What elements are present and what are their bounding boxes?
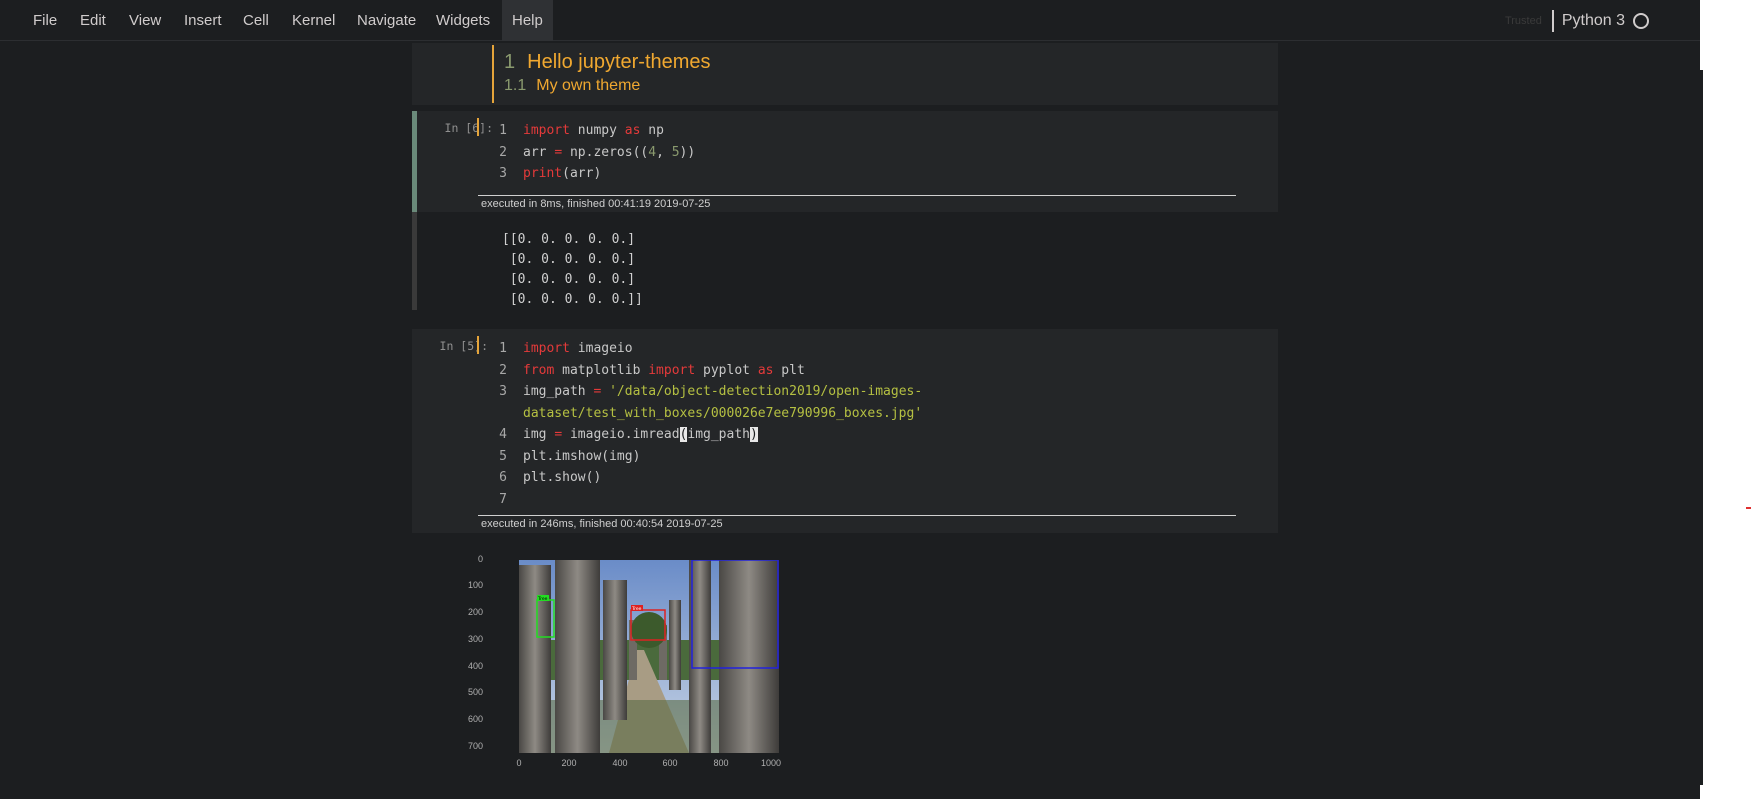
x-tick-label: 600 — [662, 758, 678, 768]
menubar: File Edit View Insert Cell Kernel Naviga… — [0, 0, 1700, 41]
kernel-status: Trusted Python 3 — [1505, 0, 1649, 41]
heading-2-number: 1.1 — [504, 77, 527, 94]
scrollbar[interactable] — [1698, 70, 1703, 785]
y-tick-label: 0 — [477, 554, 483, 564]
plot-image: Tree Tree — [519, 560, 779, 753]
kernel-idle-icon — [1633, 12, 1649, 29]
x-tick-label: 200 — [561, 758, 577, 768]
x-tick-label: 0 — [516, 758, 522, 768]
heading-2-text: My own theme — [536, 77, 641, 94]
output-line: [[0. 0. 0. 0. 0.] — [502, 232, 636, 247]
code-cell-2[interactable]: In [5]: 1 import imageio 2 from matplotlib… — [412, 329, 1278, 533]
heading-2: 1.1 My own theme — [504, 77, 711, 95]
x-tick-label: 800 — [713, 758, 729, 768]
execution-info: executed in 246ms, finished 00:40:54 201… — [478, 515, 1236, 531]
output-line: [0. 0. 0. 0. 0.]] — [502, 292, 643, 307]
box-label: Tree — [537, 596, 548, 602]
menu-cell[interactable]: Cell — [233, 0, 279, 41]
y-tick-label: 400 — [467, 661, 483, 671]
page-edge — [1700, 0, 1751, 799]
y-tick-label: 500 — [467, 687, 483, 697]
y-tick-label: 200 — [467, 607, 483, 617]
box-label: Tree — [631, 606, 642, 612]
image-plot: 0 100 200 300 400 500 600 700 Tree Tree … — [468, 554, 800, 776]
output-area-1: [[0. 0. 0. 0. 0.] [0. 0. 0. 0. 0.] [0. 0… — [412, 212, 1278, 310]
menu-insert[interactable]: Insert — [174, 0, 232, 41]
x-tick-label: 400 — [612, 758, 628, 768]
kernel-name: Python 3 — [1561, 11, 1625, 29]
menu-view[interactable]: View — [119, 0, 171, 41]
y-tick-label: 100 — [467, 580, 483, 590]
markdown-cell[interactable]: 1 Hello jupyter-themes 1.1 My own theme — [412, 43, 1278, 105]
menu-navigate[interactable]: Navigate — [347, 0, 426, 41]
trusted-indicator[interactable]: Trusted — [1505, 15, 1542, 27]
y-tick-label: 300 — [467, 634, 483, 644]
output-line: [0. 0. 0. 0. 0.] — [502, 272, 636, 287]
output-text: [[0. 0. 0. 0. 0.] [0. 0. 0. 0. 0.] [0. 0… — [502, 230, 643, 310]
cell-cursor — [477, 118, 479, 136]
cell-prompt: In [5]: — [439, 339, 488, 353]
menu-widgets[interactable]: Widgets — [426, 0, 500, 41]
cell-cursor — [477, 336, 479, 354]
menu-edit[interactable]: Edit — [70, 0, 116, 41]
heading-1-number: 1 — [504, 51, 516, 73]
menu-file[interactable]: File — [23, 0, 67, 41]
menu-kernel[interactable]: Kernel — [282, 0, 345, 41]
code-editor[interactable]: 1 import numpy as np 2 arr = np.zeros((4, … — [483, 120, 695, 185]
heading-1-text: Hello jupyter-themes — [527, 51, 711, 73]
edge-marker — [1746, 507, 1751, 509]
execution-info: executed in 8ms, finished 00:41:19 2019-… — [478, 195, 1236, 211]
kernel-separator — [1551, 9, 1554, 32]
markdown-content: 1 Hello jupyter-themes 1.1 My own theme — [492, 45, 711, 103]
heading-1: 1 Hello jupyter-themes — [504, 51, 711, 74]
code-cell-1[interactable]: In [6]: 1 import numpy as np 2 arr = np.ze… — [412, 111, 1278, 212]
menu-help[interactable]: Help — [502, 0, 553, 41]
output-line: [0. 0. 0. 0. 0.] — [502, 252, 636, 267]
code-editor[interactable]: 1 import imageio 2 from matplotlib import … — [483, 338, 922, 510]
y-tick-label: 600 — [467, 714, 483, 724]
y-tick-label: 700 — [467, 741, 483, 751]
x-tick-label: 1000 — [760, 758, 782, 768]
